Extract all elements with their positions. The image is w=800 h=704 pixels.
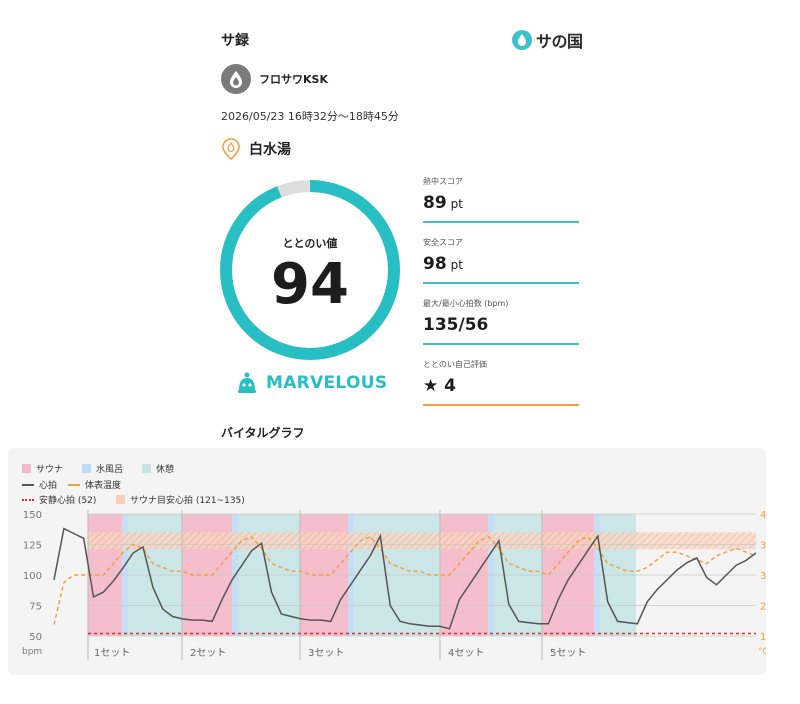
y-left-tick-label: 75 bbox=[29, 602, 42, 613]
user-name[interactable]: フロサワKSK bbox=[259, 71, 328, 87]
facility-row[interactable]: 白水湯 bbox=[221, 138, 291, 160]
set-label: 1セット bbox=[94, 647, 130, 659]
y-right-tick-label: 31 bbox=[760, 571, 766, 582]
metric-label: ととのい自己評価 bbox=[423, 360, 487, 369]
brand-name: サの国 bbox=[536, 32, 583, 51]
vital-graph-title: バイタルグラフ bbox=[221, 426, 305, 440]
set-label: 5セット bbox=[550, 647, 586, 659]
brand-logo: サの国 bbox=[512, 28, 583, 52]
metric-label: 熱中スコア bbox=[423, 177, 463, 186]
facility-name[interactable]: 白水湯 bbox=[249, 139, 291, 159]
y-right-unit: °C bbox=[758, 647, 766, 657]
metric-value: 89 pt bbox=[423, 193, 579, 223]
y-left-tick-label: 100 bbox=[23, 571, 42, 582]
vital-chart: 150 125 100 75 50 bpm 47 39 31 23 15 °C 1セット 2セット 3セット… bbox=[22, 510, 766, 660]
metric-safety-score: 安全スコア 98 pt bbox=[423, 237, 579, 284]
metric-label: 最大/最小心拍数 (bpm) bbox=[423, 299, 509, 308]
metric-label: 安全スコア bbox=[423, 238, 463, 247]
y-right-tick-label: 47 bbox=[760, 510, 766, 521]
y-left-unit: bpm bbox=[22, 647, 42, 657]
metric-heart-rate: 最大/最小心拍数 (bpm) 135/56 bbox=[423, 298, 579, 345]
metric-heat-score: 熱中スコア 89 pt bbox=[423, 176, 579, 223]
drop-icon bbox=[230, 71, 242, 88]
target-hr-band bbox=[88, 532, 756, 550]
user-row[interactable]: フロサワKSK bbox=[221, 64, 328, 94]
y-right-tick-label: 39 bbox=[760, 541, 766, 552]
metric-value: 98 pt bbox=[423, 254, 579, 284]
avatar[interactable] bbox=[221, 64, 251, 94]
y-left-tick-label: 150 bbox=[23, 510, 42, 521]
totonoi-label: ととのい値 bbox=[282, 237, 338, 250]
drop-icon bbox=[512, 30, 532, 50]
set-label: 3セット bbox=[308, 647, 344, 659]
metric-self-rating: ととのい自己評価 ★ 4 bbox=[423, 359, 579, 406]
totonoi-value: 94 bbox=[271, 252, 349, 317]
y-left-tick-label: 125 bbox=[23, 541, 42, 552]
set-label: 2セット bbox=[190, 647, 226, 659]
y-right-tick-label: 15 bbox=[760, 632, 766, 643]
rating-text: MARVELOUS bbox=[266, 373, 388, 393]
metric-value: ★ 4 bbox=[423, 376, 579, 406]
y-left-tick-label: 50 bbox=[29, 632, 42, 643]
sauna-mascot-icon bbox=[238, 372, 256, 393]
location-pin-icon bbox=[222, 138, 240, 160]
rating-row: MARVELOUS bbox=[236, 371, 387, 395]
page-title: サ録 bbox=[221, 33, 249, 49]
metric-value: 135/56 bbox=[423, 315, 579, 345]
set-label: 4セット bbox=[448, 647, 484, 659]
session-datetime: 2026/05/23 16時32分〜18時45分 bbox=[221, 110, 399, 123]
vital-graph-card: サウナ 水風呂 休憩 心拍 体表温度 安静心拍 (52) サウナ目安心拍 (12… bbox=[8, 448, 766, 675]
y-right-tick-label: 23 bbox=[760, 602, 766, 613]
